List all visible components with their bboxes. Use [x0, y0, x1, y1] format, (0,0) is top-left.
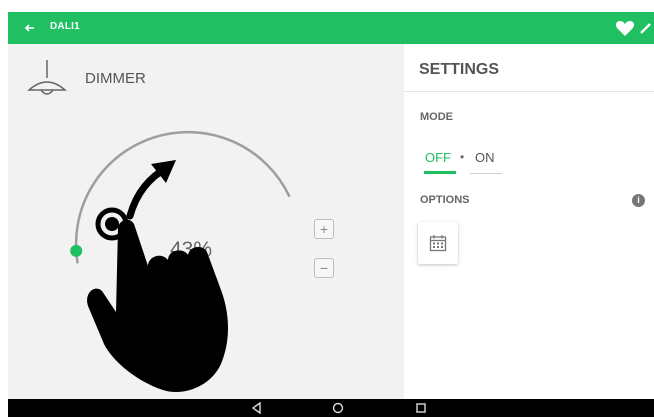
mode-label: MODE	[420, 111, 453, 123]
divider	[404, 91, 654, 92]
calendar-icon	[429, 235, 447, 252]
options-label: OPTIONS	[420, 194, 470, 206]
decrease-button[interactable]: −	[314, 258, 334, 278]
mode-option-on[interactable]: ON	[475, 150, 495, 165]
increase-button[interactable]: +	[314, 219, 334, 239]
tablet-screen: DALI1 DIMMER 43% + − SETTINGS MODE OFF •…	[0, 0, 654, 417]
dimmer-knob	[70, 244, 83, 257]
page-title: DALI1	[50, 21, 80, 32]
system-nav-bar	[8, 399, 654, 417]
schedule-button[interactable]	[418, 222, 458, 264]
settings-panel: SETTINGS MODE OFF • ON OPTIONS i	[404, 44, 654, 399]
pencil-icon[interactable]	[638, 20, 654, 36]
back-triangle-icon[interactable]	[250, 401, 264, 415]
heart-icon[interactable]	[615, 19, 635, 37]
mode-underline	[470, 173, 502, 174]
mode-separator: •	[460, 150, 465, 164]
settings-title: SETTINGS	[419, 61, 500, 78]
recents-square-icon[interactable]	[414, 401, 428, 415]
dimmer-dial[interactable]	[8, 44, 404, 399]
selected-mode-underline	[424, 171, 456, 174]
dimmer-panel: DIMMER 43% + −	[8, 44, 404, 399]
arrow-left-icon[interactable]	[22, 20, 38, 36]
mode-option-off[interactable]: OFF	[425, 150, 451, 165]
dimmer-value: 43%	[170, 238, 213, 261]
home-circle-icon[interactable]	[331, 401, 345, 415]
info-icon[interactable]: i	[632, 194, 645, 207]
app-bar: DALI1	[8, 12, 654, 44]
